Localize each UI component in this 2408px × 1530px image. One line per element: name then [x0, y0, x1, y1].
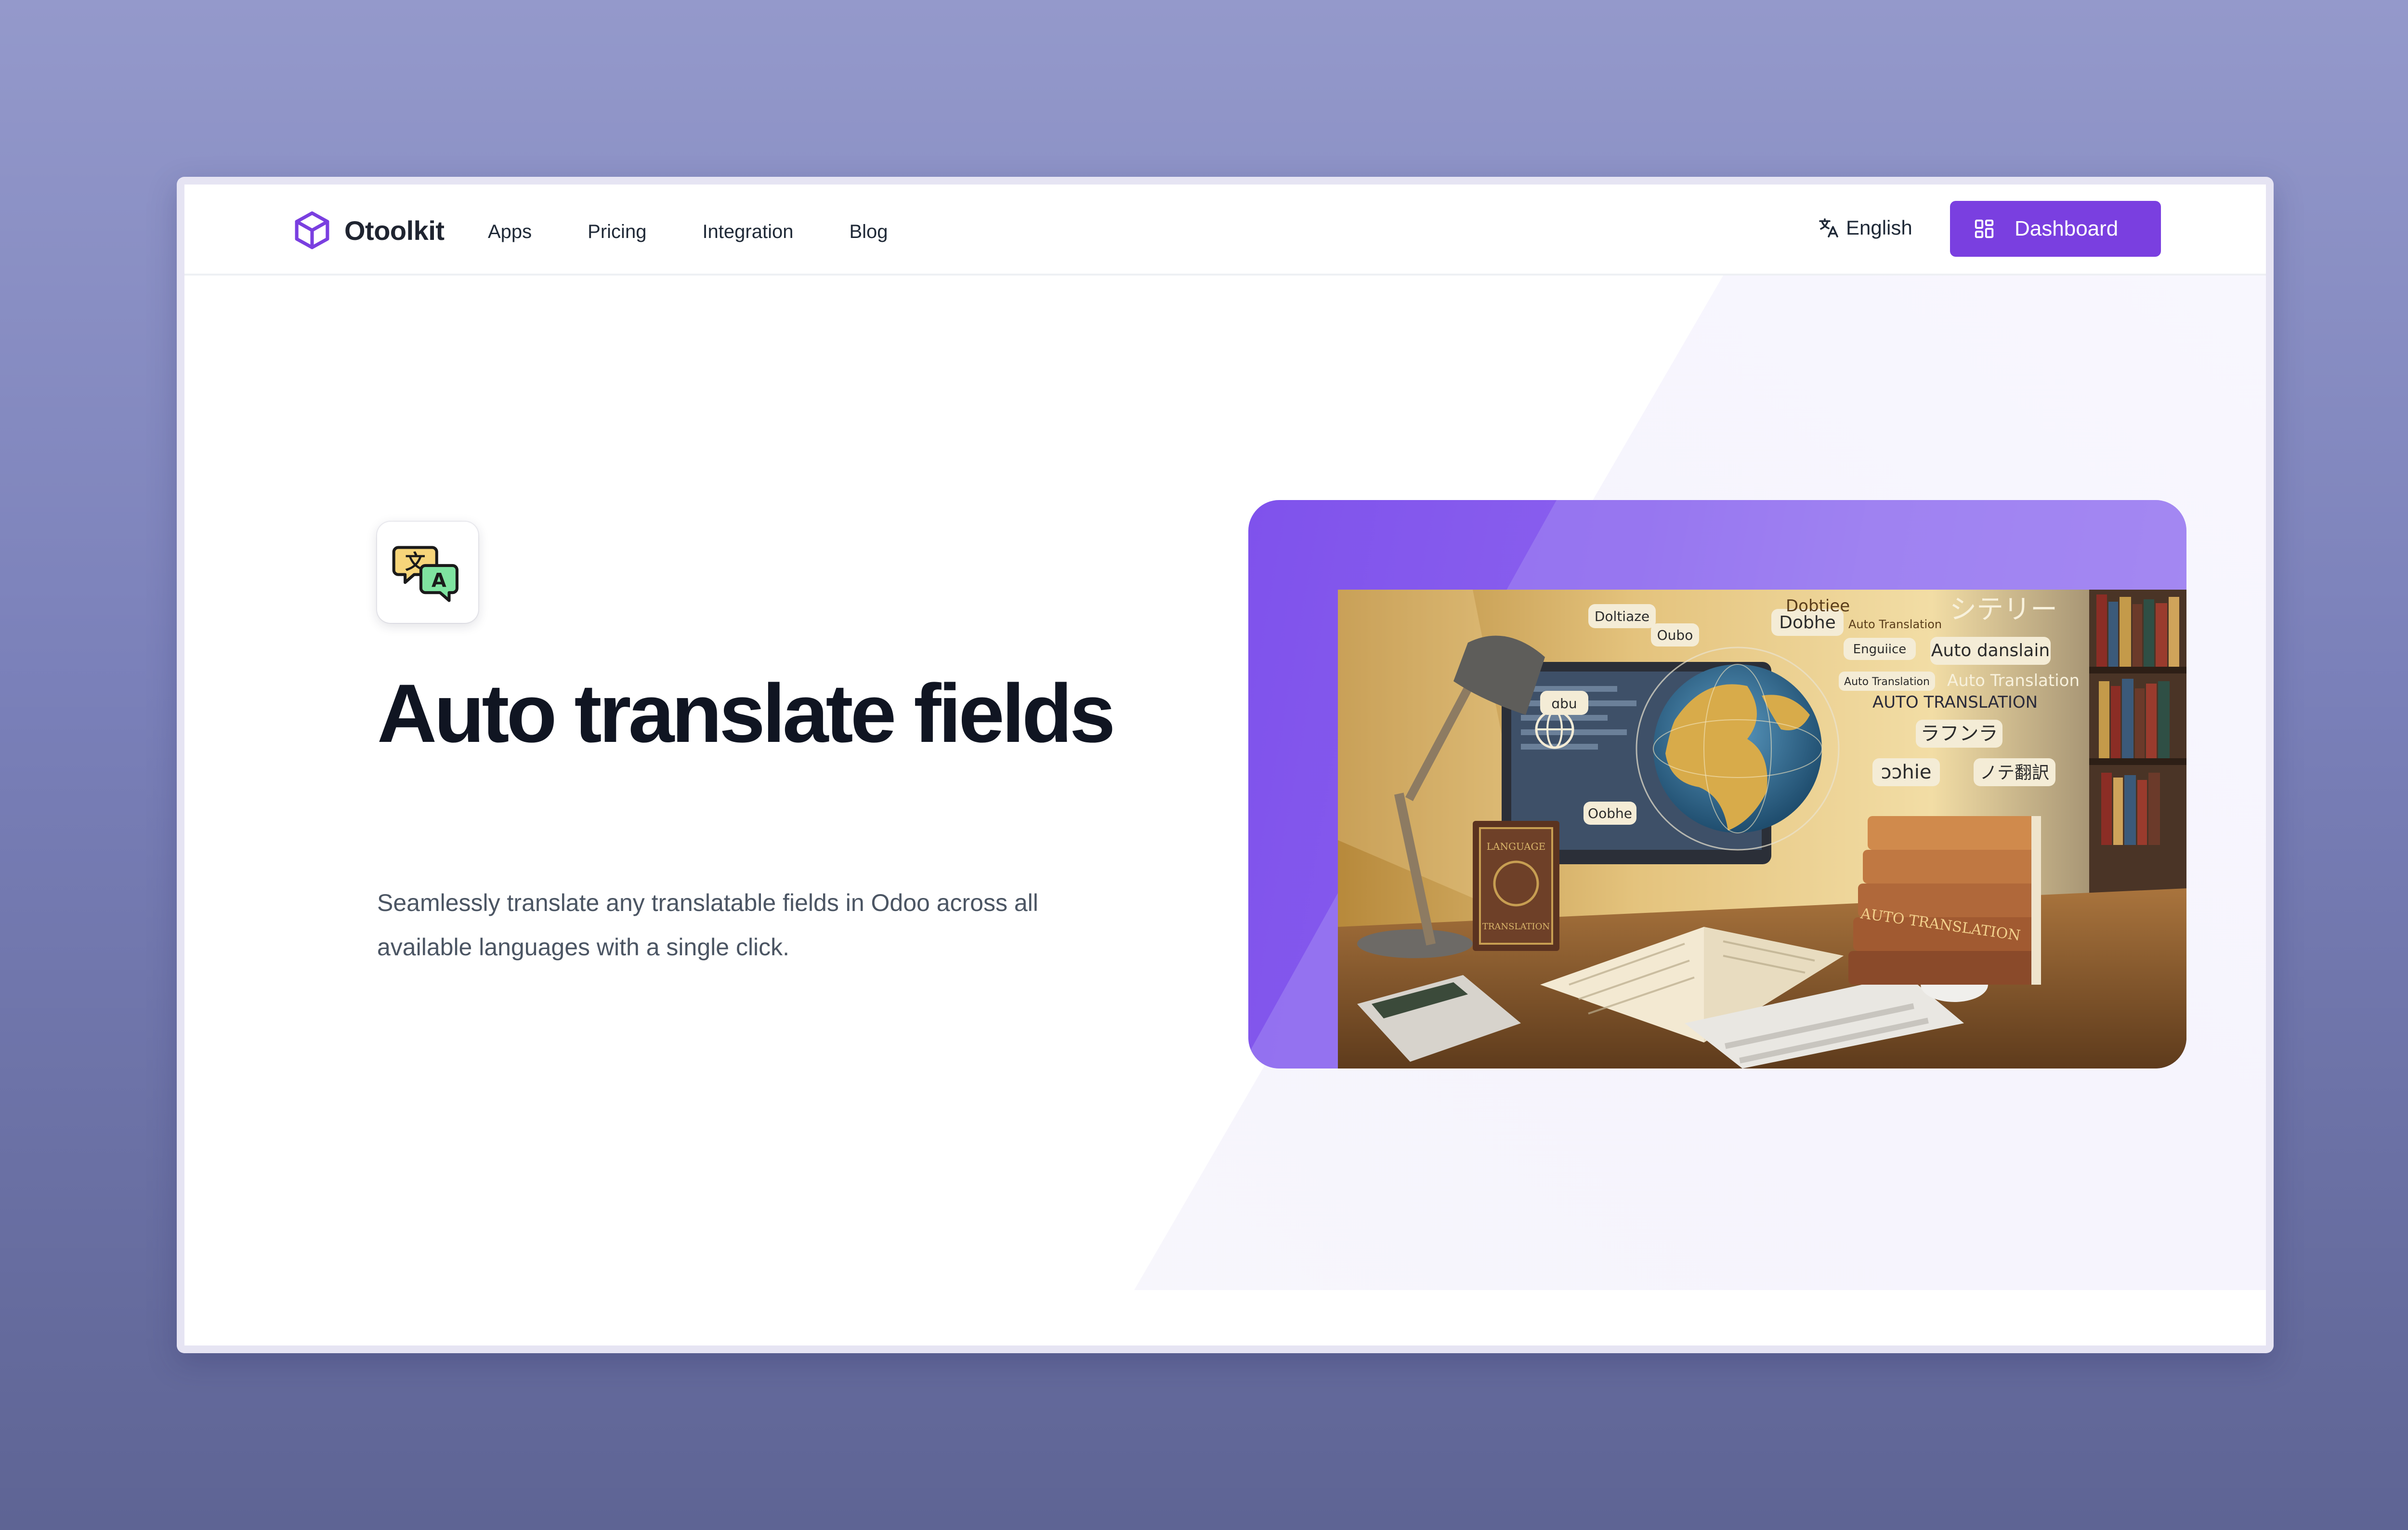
bubble-label-13: ɔɔhie — [1881, 761, 1931, 783]
translate-chat-icon: 文 A — [392, 546, 458, 602]
bubble-label-14: ノテ翻訳 — [1980, 763, 2049, 783]
bubble-label-2: Oubo — [1657, 627, 1693, 643]
bubble-label-10: Auto Translation — [1947, 671, 2080, 690]
top-navbar: Otoolkit Apps Pricing Integration Blog E… — [184, 185, 2266, 276]
bubble-label-3: Dobhe — [1779, 613, 1836, 633]
bubble-label-15: Oobhe — [1588, 805, 1632, 821]
bubble-label-9: Auto Translation — [1844, 676, 1930, 688]
cube-icon — [295, 211, 329, 250]
language-switcher[interactable]: English — [1817, 216, 1912, 239]
bubble-label-12: ラフンラ — [1921, 723, 1998, 745]
book-label-language: LANGUAGE — [1487, 841, 1545, 852]
bubble-label-16: ɑbu — [1551, 696, 1577, 712]
bubble-label-5: Auto Translation — [1848, 618, 1942, 631]
svg-text:A: A — [432, 569, 446, 592]
hero-title: Auto translate fields — [377, 667, 1115, 760]
brand-logo[interactable]: Otoolkit — [290, 209, 445, 252]
bubble-label-11: AUTO TRANSLATION — [1872, 693, 2038, 712]
bubble-label-1: Doltiaze — [1595, 608, 1649, 624]
hero-illustration: LANGUAGE TRANSLATION AUTO TRANSLATION Do… — [1338, 590, 2186, 1068]
bubble-label-8: Auto danslain — [1931, 641, 2050, 660]
nav-item-blog[interactable]: Blog — [849, 218, 888, 245]
language-label: English — [1846, 216, 1912, 239]
hero-description: Seamlessly translate any translatable fi… — [377, 889, 1038, 961]
bubble-label-6: シテリー — [1950, 594, 2057, 625]
dashboard-button[interactable]: Dashboard — [1950, 201, 2161, 257]
brand-name: Otoolkit — [344, 215, 445, 246]
landing-page: Otoolkit Apps Pricing Integration Blog E… — [184, 185, 2266, 1345]
nav-item-integration[interactable]: Integration — [702, 218, 793, 245]
dashboard-label: Dashboard — [2015, 217, 2119, 240]
grid-icon — [1975, 219, 1994, 238]
main-nav: Apps Pricing Integration Blog — [488, 218, 944, 245]
book-label-translation: TRANSLATION — [1482, 922, 1550, 932]
app-icon-tile: 文 A — [377, 522, 478, 623]
bubble-label-7: Enguiice — [1853, 642, 1907, 657]
browser-window: Otoolkit Apps Pricing Integration Blog E… — [177, 177, 2274, 1353]
nav-item-apps[interactable]: Apps — [488, 218, 532, 245]
translate-icon — [1819, 218, 1838, 237]
translation-desk-illustration: LANGUAGE TRANSLATION AUTO TRANSLATION Do… — [1338, 590, 2186, 1068]
bubble-label-4: Dobtiee — [1786, 596, 1850, 616]
nav-item-pricing[interactable]: Pricing — [588, 218, 646, 245]
hero-image-card: LANGUAGE TRANSLATION AUTO TRANSLATION Do… — [1248, 500, 2186, 1068]
